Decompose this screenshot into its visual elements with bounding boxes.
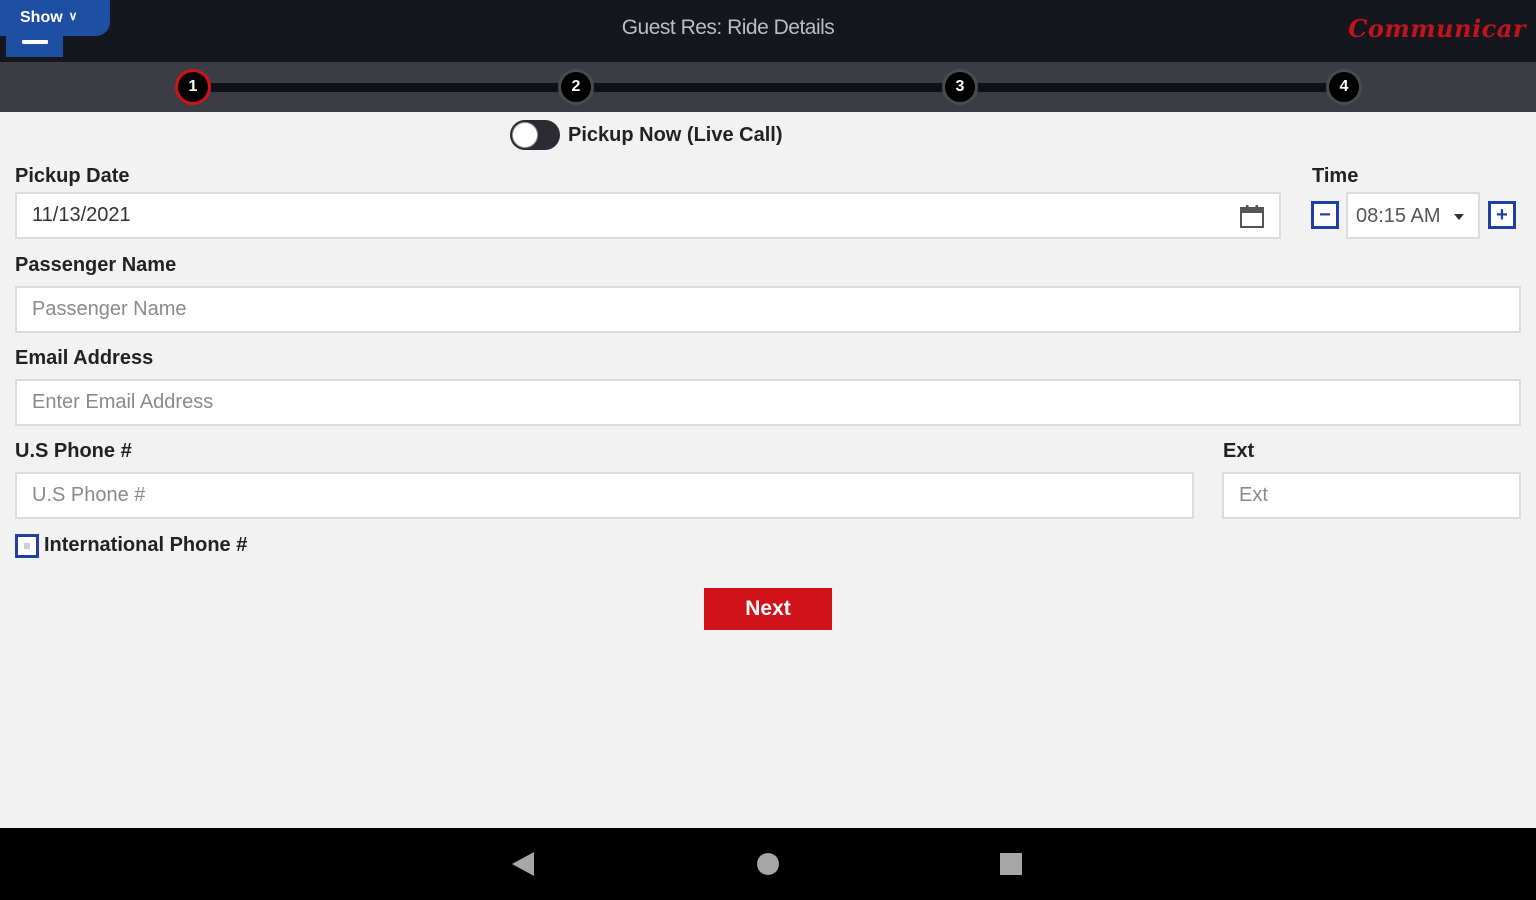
passenger-name-label: Passenger Name bbox=[15, 254, 177, 276]
step-1[interactable]: 1 bbox=[175, 69, 211, 105]
minus-icon: − bbox=[1319, 204, 1331, 226]
passenger-name-input[interactable] bbox=[17, 288, 1519, 331]
step-2[interactable]: 2 bbox=[558, 69, 594, 105]
pickup-date-input[interactable] bbox=[17, 194, 1279, 237]
page-title: Guest Res: Ride Details bbox=[621, 16, 835, 39]
progress-stepper: 1 2 3 4 bbox=[0, 62, 1536, 112]
email-label: Email Address bbox=[15, 347, 154, 369]
pickup-now-row: Pickup Now (Live Call) bbox=[510, 119, 782, 151]
calendar-icon[interactable] bbox=[1239, 203, 1265, 229]
system-nav-bar bbox=[0, 828, 1536, 900]
top-bar: Show ∨ Guest Res: Ride Details Communicar bbox=[0, 0, 1536, 62]
email-field[interactable] bbox=[15, 379, 1521, 426]
pickup-now-label: Pickup Now (Live Call) bbox=[568, 123, 783, 146]
ext-label: Ext bbox=[1223, 440, 1255, 462]
time-label: Time bbox=[1312, 165, 1359, 187]
pickup-date-label: Pickup Date bbox=[15, 165, 130, 187]
email-input[interactable] bbox=[17, 381, 1519, 424]
plus-icon: + bbox=[1496, 204, 1508, 226]
time-increment-button[interactable]: + bbox=[1488, 201, 1516, 229]
next-button[interactable]: Next bbox=[704, 588, 832, 630]
ext-field[interactable] bbox=[1222, 472, 1521, 519]
recents-icon[interactable] bbox=[1000, 853, 1022, 875]
pickup-now-toggle[interactable] bbox=[510, 120, 560, 150]
phone-label: U.S Phone # bbox=[15, 440, 132, 462]
phone-field[interactable] bbox=[15, 472, 1194, 519]
phone-input[interactable] bbox=[17, 474, 1192, 517]
back-icon[interactable] bbox=[512, 852, 534, 876]
time-value: 08:15 AM bbox=[1356, 205, 1441, 227]
international-phone-checkbox[interactable] bbox=[15, 534, 39, 558]
ext-input[interactable] bbox=[1224, 474, 1519, 517]
step-4[interactable]: 4 bbox=[1326, 69, 1362, 105]
step-3[interactable]: 3 bbox=[942, 69, 978, 105]
time-select[interactable]: 08:15 AM bbox=[1346, 192, 1480, 239]
brand-logo: Communicar bbox=[1348, 14, 1526, 43]
stepper-track bbox=[195, 83, 1343, 92]
home-icon[interactable] bbox=[757, 853, 779, 875]
time-decrement-button[interactable]: − bbox=[1311, 201, 1339, 229]
passenger-name-field[interactable] bbox=[15, 286, 1521, 333]
caret-down-icon bbox=[1454, 214, 1464, 220]
international-phone-label: International Phone # bbox=[44, 534, 248, 556]
pickup-date-field[interactable] bbox=[15, 192, 1281, 239]
